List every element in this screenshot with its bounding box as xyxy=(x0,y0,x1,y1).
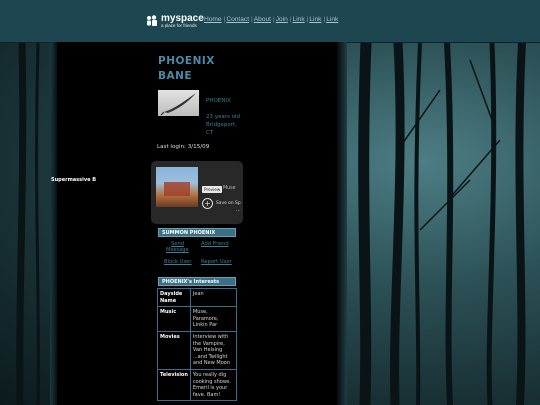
track-artist[interactable]: Muse xyxy=(223,186,236,191)
profile-name-first: PHOENIX xyxy=(158,55,215,67)
interest-label: Television xyxy=(158,369,190,401)
album-cover[interactable] xyxy=(156,167,198,207)
table-row: Music Muse, Paramore, Linkin Par xyxy=(158,307,236,331)
profile-state: CT xyxy=(206,130,214,136)
nav-link-3[interactable]: Link xyxy=(326,16,338,23)
interest-label: Music xyxy=(158,307,190,331)
nav-link-2[interactable]: Link xyxy=(309,16,321,23)
track-title[interactable]: Supermassive B xyxy=(51,177,96,183)
add-friend-link[interactable]: Add Friend xyxy=(201,241,229,247)
feather-quill-icon xyxy=(160,93,196,116)
nav-contact-link[interactable]: Contact xyxy=(226,16,249,23)
add-circle-icon[interactable]: + xyxy=(202,198,213,209)
preview-badge: Preview xyxy=(202,186,223,193)
interests-table: Dayside Name Jean Music Muse, Paramore, … xyxy=(157,288,237,402)
nav-home-link[interactable]: Home xyxy=(204,16,222,23)
column-edge-right xyxy=(337,42,347,405)
table-row: Television You really dig cooking shows.… xyxy=(158,369,236,401)
interest-value: Interview with the Vampire, Van Helsing … xyxy=(190,331,236,369)
last-login: Last login: 3/15/09 xyxy=(157,144,210,150)
myspace-logo[interactable]: myspace a place for friends xyxy=(146,12,204,30)
report-user-link[interactable]: Report User xyxy=(201,259,232,265)
music-player[interactable] xyxy=(151,161,243,224)
myspace-people-icon xyxy=(147,15,157,26)
table-row: Movies Interview with the Vampire, Van H… xyxy=(158,331,236,369)
interest-label: Movies xyxy=(158,331,190,369)
interest-value: Jean xyxy=(190,289,236,307)
interests-heading: PHOENIX's Interests xyxy=(158,277,236,286)
profile-nickname: PHOENIX xyxy=(206,98,231,104)
more-options-icon[interactable]: ... xyxy=(236,207,241,213)
profile-name-last: BANE xyxy=(158,70,193,82)
profile-name: PHOENIX BANE xyxy=(158,54,268,84)
interest-value: Muse, Paramore, Linkin Par xyxy=(190,307,236,331)
send-message-link-line2[interactable]: Message xyxy=(166,247,189,253)
block-user-link[interactable]: Block User xyxy=(164,259,192,265)
nav-about-link[interactable]: About xyxy=(254,16,271,23)
contact-box-heading: SUMMON PHOENIX xyxy=(158,228,236,237)
nav-link-1[interactable]: Link xyxy=(293,16,305,23)
profile-city: Bridgeport, xyxy=(206,122,237,128)
profile-info: PHOENIX 23 years old Bridgeport, CT xyxy=(206,97,256,137)
profile-photo[interactable] xyxy=(158,90,199,116)
nav-join-link[interactable]: Join xyxy=(276,16,288,23)
interest-value: You really dig cooking shows. Emeril is … xyxy=(190,369,236,401)
table-row: Dayside Name Jean xyxy=(158,289,236,307)
save-on-spotify-label[interactable]: Save on Sp xyxy=(216,201,241,206)
profile-age: 23 years old xyxy=(206,114,241,120)
logo-tagline: a place for friends xyxy=(161,22,197,28)
top-nav-links: Home | Contact | About | Join | Link | Link | … xyxy=(204,16,339,23)
interest-label: Dayside Name xyxy=(158,289,190,307)
top-navigation-bar: myspace a place for friends Home | Contac… xyxy=(0,0,540,43)
